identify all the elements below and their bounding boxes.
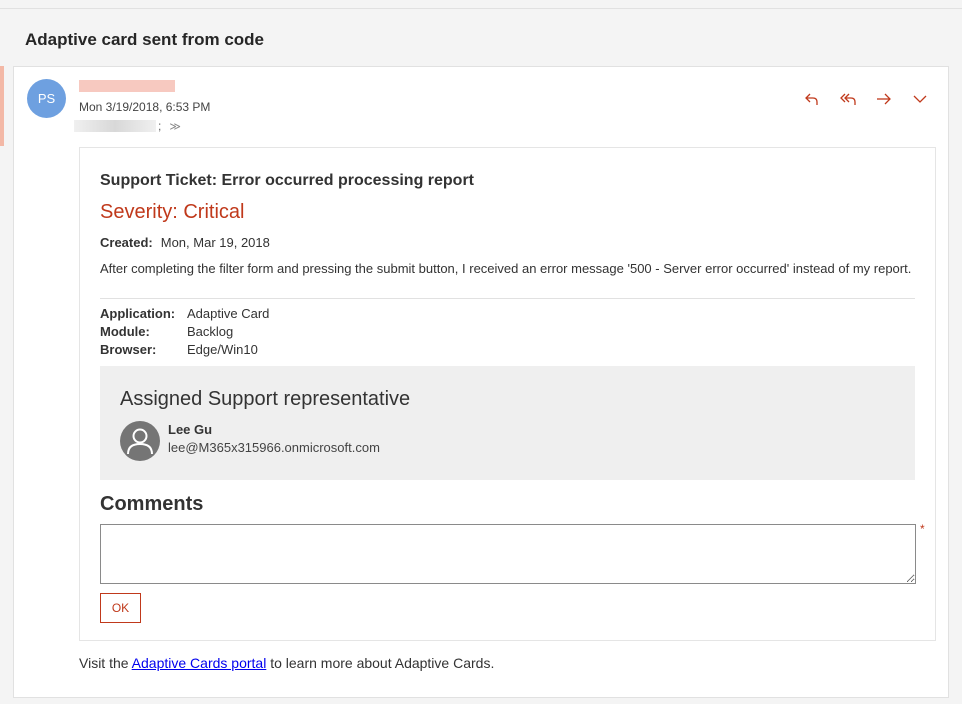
recipients-row: ; ≫ (74, 119, 181, 133)
support-rep-container: Assigned Support representative Lee Gu l… (100, 366, 915, 480)
footer-text: Visit the Adaptive Cards portal to learn… (79, 655, 494, 671)
email-subject: Adaptive card sent from code (25, 30, 265, 49)
fact-value: Adaptive Card (187, 306, 270, 321)
fact-module: Module: Backlog (100, 323, 269, 341)
fact-browser: Browser: Edge/Win10 (100, 341, 269, 359)
footer-suffix: to learn more about Adaptive Cards. (266, 655, 495, 671)
email-message: PS Mon 3/19/2018, 6:53 PM ; ≫ Support Ti… (13, 66, 949, 698)
card-divider (100, 298, 915, 299)
reply-icon[interactable] (800, 87, 824, 111)
created-label: Created: (100, 235, 153, 250)
selection-indicator (0, 66, 4, 146)
rep-section-title: Assigned Support representative (120, 388, 411, 410)
comments-label: Comments (100, 493, 204, 515)
ok-button[interactable]: OK (100, 593, 141, 623)
required-marker: * (920, 522, 925, 536)
created-row: Created: Mon, Mar 19, 2018 (100, 235, 270, 250)
more-options-icon[interactable] (908, 87, 932, 111)
fact-key: Application: (100, 306, 176, 321)
ticket-description: After completing the filter form and pre… (100, 261, 912, 276)
ticket-title: Support Ticket: Error occurred processin… (100, 172, 475, 189)
severity-label: Severity: Critical (100, 201, 245, 223)
message-actions (800, 87, 932, 111)
recipient-separator: ; (158, 119, 162, 133)
expand-recipients-icon[interactable]: ≫ (169, 120, 181, 133)
comments-input[interactable] (100, 524, 916, 584)
recipient-redacted[interactable] (74, 120, 156, 132)
fact-key: Browser: (100, 342, 157, 357)
rep-name: Lee Gu (168, 422, 213, 437)
forward-icon[interactable] (872, 87, 896, 111)
top-divider (0, 8, 962, 9)
sent-date: Mon 3/19/2018, 6:53 PM (79, 100, 211, 114)
adaptive-cards-portal-link[interactable]: Adaptive Cards portal (132, 655, 267, 671)
sender-avatar[interactable]: PS (27, 79, 66, 118)
fact-key: Module: (100, 324, 150, 339)
reply-all-icon[interactable] (836, 87, 860, 111)
fact-set: Application: Adaptive Card Module: Backl… (100, 305, 269, 359)
fact-value: Edge/Win10 (187, 342, 258, 357)
fact-value: Backlog (187, 324, 234, 339)
rep-email: lee@M365x315966.onmicrosoft.com (168, 440, 380, 455)
person-icon (120, 421, 160, 461)
adaptive-card: Support Ticket: Error occurred processin… (79, 147, 936, 641)
footer-prefix: Visit the (79, 655, 132, 671)
sender-name-redacted[interactable] (79, 80, 175, 92)
fact-application: Application: Adaptive Card (100, 305, 269, 323)
created-value: Mon, Mar 19, 2018 (160, 235, 270, 250)
